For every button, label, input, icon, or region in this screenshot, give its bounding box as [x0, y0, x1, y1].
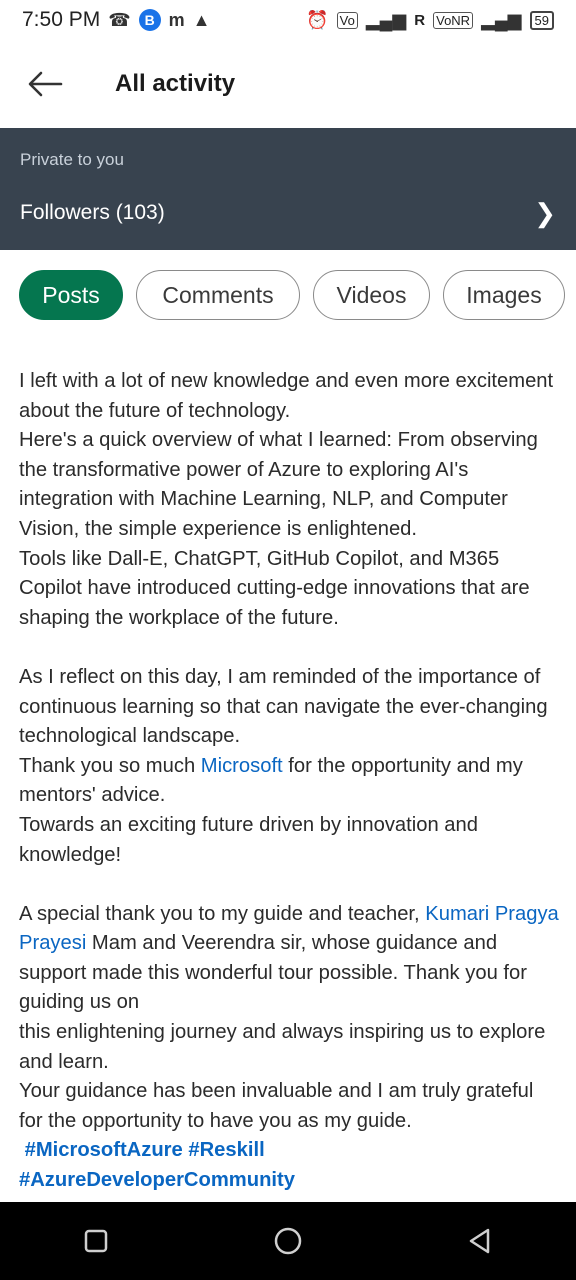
private-label: Private to you: [20, 150, 124, 169]
circle-icon: [274, 1227, 302, 1255]
signal-icon: ▂▄▆: [365, 9, 407, 30]
vonr-icon: VoNR: [433, 11, 474, 29]
post-line: Tools like Dall-E, ChatGPT, GitHub Copil…: [19, 547, 530, 629]
triangle-back-icon: [469, 1228, 490, 1254]
clock: 7:50 PM: [22, 8, 101, 31]
followers-row[interactable]: Followers (103) ❯: [0, 188, 576, 238]
followers-label: Followers (103): [20, 201, 165, 224]
battery-icon: 59: [529, 10, 554, 30]
post-line: Thank you so much Microsoft for the oppo…: [19, 754, 523, 807]
post-container: I left with a lot of new knowledge and e…: [0, 340, 576, 1202]
filter-videos[interactable]: Videos: [313, 270, 430, 320]
post-line: this enlightening journey and always ins…: [19, 1021, 546, 1073]
filter-images[interactable]: Images: [443, 270, 565, 320]
b-app-icon: B: [138, 9, 161, 31]
gmail-icon: m: [168, 9, 185, 30]
hashtags-line-cut: #AzureDeveloperCommunity: [19, 1166, 559, 1196]
drive-icon: ▲: [192, 9, 211, 30]
post-line: Towards an exciting future driven by inn…: [19, 813, 478, 866]
phone-icon: ☎: [108, 9, 131, 30]
home-button[interactable]: [258, 1211, 318, 1271]
recents-button[interactable]: [66, 1211, 126, 1271]
filter-comments[interactable]: Comments: [136, 270, 300, 320]
volte-icon: Vo: [336, 11, 358, 29]
app-bar: All activity: [0, 40, 576, 128]
hashtags-line: #MicrosoftAzure #Reskill: [19, 1136, 559, 1166]
alarm-icon: ⏰: [306, 9, 329, 30]
mention-microsoft[interactable]: Microsoft: [201, 755, 283, 777]
hashtag-cut[interactable]: #AzureDeveloperCommunity: [19, 1169, 295, 1191]
square-icon: [84, 1229, 108, 1253]
back-nav-button[interactable]: [450, 1211, 510, 1271]
filter-posts[interactable]: Posts: [19, 270, 123, 320]
post-line: Here's a quick overview of what I learne…: [19, 429, 538, 540]
back-button[interactable]: [0, 40, 90, 128]
system-nav-bar: [0, 1202, 576, 1280]
status-bar: 7:50 PM ☎ B m ▲ ⏰ Vo ▂▄▆ R VoNR ▂▄▆ 59: [0, 0, 576, 40]
post-line: I left with a lot of new knowledge and e…: [19, 370, 554, 422]
post-line: As I reflect on this day, I am reminded …: [19, 665, 548, 748]
chevron-right-icon: ❯: [534, 197, 556, 228]
private-panel: Private to you Followers (103) ❯: [0, 128, 576, 250]
post-text[interactable]: I left with a lot of new knowledge and e…: [19, 367, 559, 1196]
post-line: A special thank you to my guide and teac…: [19, 902, 559, 1014]
signal-icon-2: ▂▄▆: [481, 9, 522, 30]
page-title: All activity: [115, 70, 236, 97]
post-line: Your guidance has been invaluable and I …: [19, 1080, 534, 1132]
back-arrow-icon: [28, 71, 63, 97]
roaming-indicator: R: [414, 11, 426, 29]
activity-filters: Posts Comments Videos Images: [19, 270, 565, 320]
hashtags[interactable]: #MicrosoftAzure #Reskill: [25, 1139, 265, 1161]
